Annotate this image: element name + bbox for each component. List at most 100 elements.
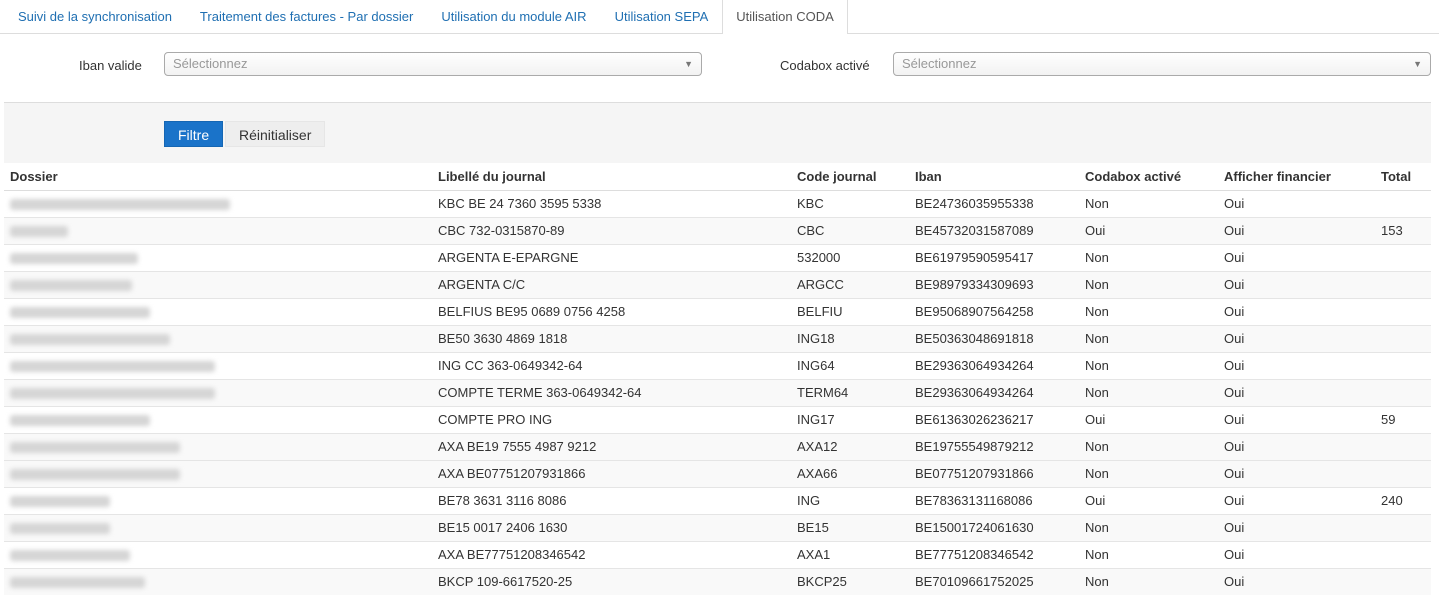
dossier-cell: [4, 567, 432, 595]
column-header-dossier[interactable]: Dossier: [4, 163, 432, 191]
codabox-select[interactable]: Sélectionnez ▼: [893, 52, 1431, 76]
code-cell: ING64: [791, 351, 909, 379]
total-cell: [1375, 351, 1431, 379]
redacted-dossier-name: [10, 415, 150, 427]
journal-cell: BE50 3630 4869 1818: [432, 324, 791, 352]
total-cell: [1375, 270, 1431, 298]
journal-cell: BKCP 109-6617520-25: [432, 567, 791, 595]
tab-sepa[interactable]: Utilisation SEPA: [601, 0, 723, 33]
journal-cell: BE15 0017 2406 1630: [432, 513, 791, 541]
tab-coda[interactable]: Utilisation CODA: [722, 0, 848, 34]
journal-cell: AXA BE07751207931866: [432, 459, 791, 487]
column-header-iban[interactable]: Iban: [909, 163, 1079, 191]
code-cell: KBC: [791, 189, 909, 217]
total-cell: [1375, 513, 1431, 541]
codabox-cell: Non: [1079, 351, 1218, 379]
financier-cell: Oui: [1218, 540, 1375, 568]
journal-cell: COMPTE TERME 363-0649342-64: [432, 378, 791, 406]
codabox-cell: Non: [1079, 432, 1218, 460]
column-header-total[interactable]: Total: [1375, 163, 1431, 191]
redacted-dossier-name: [10, 307, 150, 319]
total-cell: [1375, 243, 1431, 271]
financier-cell: Oui: [1218, 567, 1375, 595]
code-cell: BELFIU: [791, 297, 909, 325]
table-row[interactable]: KBC BE 24 7360 3595 5338 KBC BE24736035955…: [4, 189, 1431, 217]
codabox-cell: Oui: [1079, 486, 1218, 514]
table-row[interactable]: AXA BE07751207931866 AXA66 BE0775120793186…: [4, 459, 1431, 487]
code-cell: CBC: [791, 216, 909, 244]
total-cell: [1375, 459, 1431, 487]
dossier-cell: [4, 243, 432, 271]
redacted-dossier-name: [10, 361, 215, 373]
redacted-dossier-name: [10, 253, 138, 265]
iban-cell: BE29363064934264: [909, 378, 1079, 406]
dossier-cell: [4, 351, 432, 379]
financier-cell: Oui: [1218, 351, 1375, 379]
iban-cell: BE07751207931866: [909, 459, 1079, 487]
financier-cell: Oui: [1218, 486, 1375, 514]
column-header-codabox[interactable]: Codabox activé: [1079, 163, 1218, 191]
iban-cell: BE29363064934264: [909, 351, 1079, 379]
tab-air-module[interactable]: Utilisation du module AIR: [427, 0, 600, 33]
financier-cell: Oui: [1218, 513, 1375, 541]
tab-sync-tracking[interactable]: Suivi de la synchronisation: [4, 0, 186, 33]
code-cell: BE15: [791, 513, 909, 541]
table-row[interactable]: BE15 0017 2406 1630 BE15 BE15001724061630 N…: [4, 513, 1431, 541]
table-row[interactable]: BKCP 109-6617520-25 BKCP25 BE7010966175202…: [4, 567, 1431, 595]
redacted-dossier-name: [10, 496, 110, 508]
codabox-cell: Non: [1079, 378, 1218, 406]
journal-cell: COMPTE PRO ING: [432, 405, 791, 433]
dossier-cell: [4, 378, 432, 406]
codabox-cell: Non: [1079, 324, 1218, 352]
code-cell: AXA12: [791, 432, 909, 460]
table-row[interactable]: COMPTE PRO ING ING17 BE61363026236217 Oui Ou…: [4, 405, 1431, 433]
redacted-dossier-name: [10, 280, 132, 292]
table-row[interactable]: AXA BE19 7555 4987 9212 AXA12 BE1975554987…: [4, 432, 1431, 460]
tab-bar: Suivi de la synchronisation Traitement d…: [0, 0, 1439, 34]
total-cell: 240: [1375, 486, 1431, 514]
redacted-dossier-name: [10, 334, 170, 346]
codabox-cell: Non: [1079, 540, 1218, 568]
table-row[interactable]: ING CC 363-0649342-64 ING64 BE293630649342…: [4, 351, 1431, 379]
table-row[interactable]: CBC 732-0315870-89 CBC BE45732031587089 Oui…: [4, 216, 1431, 244]
redacted-dossier-name: [10, 442, 180, 454]
reset-button[interactable]: Réinitialiser: [225, 121, 326, 147]
iban-cell: BE19755549879212: [909, 432, 1079, 460]
codabox-cell: Non: [1079, 567, 1218, 595]
table-row[interactable]: BE50 3630 4869 1818 ING18 BE50363048691818…: [4, 324, 1431, 352]
filter-button[interactable]: Filtre: [164, 121, 224, 147]
column-header-financier[interactable]: Afficher financier: [1218, 163, 1375, 191]
iban-cell: BE50363048691818: [909, 324, 1079, 352]
journal-cell: ARGENTA C/C: [432, 270, 791, 298]
redacted-dossier-name: [10, 523, 110, 535]
table-row[interactable]: AXA BE77751208346542 AXA1 BE77751208346542…: [4, 540, 1431, 568]
dossier-cell: [4, 540, 432, 568]
financier-cell: Oui: [1218, 405, 1375, 433]
table-row[interactable]: BELFIUS BE95 0689 0756 4258 BELFIU BE95068…: [4, 297, 1431, 325]
codabox-placeholder: Sélectionnez: [902, 56, 977, 71]
column-header-journal[interactable]: Libellé du journal: [432, 163, 791, 191]
iban-valid-label: Iban valide: [79, 58, 142, 73]
journal-cell: BELFIUS BE95 0689 0756 4258: [432, 297, 791, 325]
total-cell: [1375, 567, 1431, 595]
code-cell: ING18: [791, 324, 909, 352]
total-cell: 59: [1375, 405, 1431, 433]
redacted-dossier-name: [10, 577, 145, 589]
table-row[interactable]: BE78 3631 3116 8086 ING BE78363131168086 Ou…: [4, 486, 1431, 514]
dossier-cell: [4, 216, 432, 244]
code-cell: ING: [791, 486, 909, 514]
redacted-dossier-name: [10, 199, 230, 211]
tab-invoice-processing[interactable]: Traitement des factures - Par dossier: [186, 0, 427, 33]
table-row[interactable]: ARGENTA E-EPARGNE 532000 BE61979590595417 N…: [4, 243, 1431, 271]
codabox-cell: Non: [1079, 243, 1218, 271]
dossier-cell: [4, 459, 432, 487]
codabox-cell: Non: [1079, 513, 1218, 541]
table-row[interactable]: ARGENTA C/C ARGCC BE98979334309693 Non Oui: [4, 270, 1431, 298]
iban-cell: BE77751208346542: [909, 540, 1079, 568]
journal-cell: ARGENTA E-EPARGNE: [432, 243, 791, 271]
iban-cell: BE45732031587089: [909, 216, 1079, 244]
chevron-down-icon: ▼: [684, 59, 693, 69]
table-row[interactable]: COMPTE TERME 363-0649342-64 TERM64 BE29363…: [4, 378, 1431, 406]
iban-valid-select[interactable]: Sélectionnez ▼: [164, 52, 702, 76]
column-header-code[interactable]: Code journal: [791, 163, 909, 191]
